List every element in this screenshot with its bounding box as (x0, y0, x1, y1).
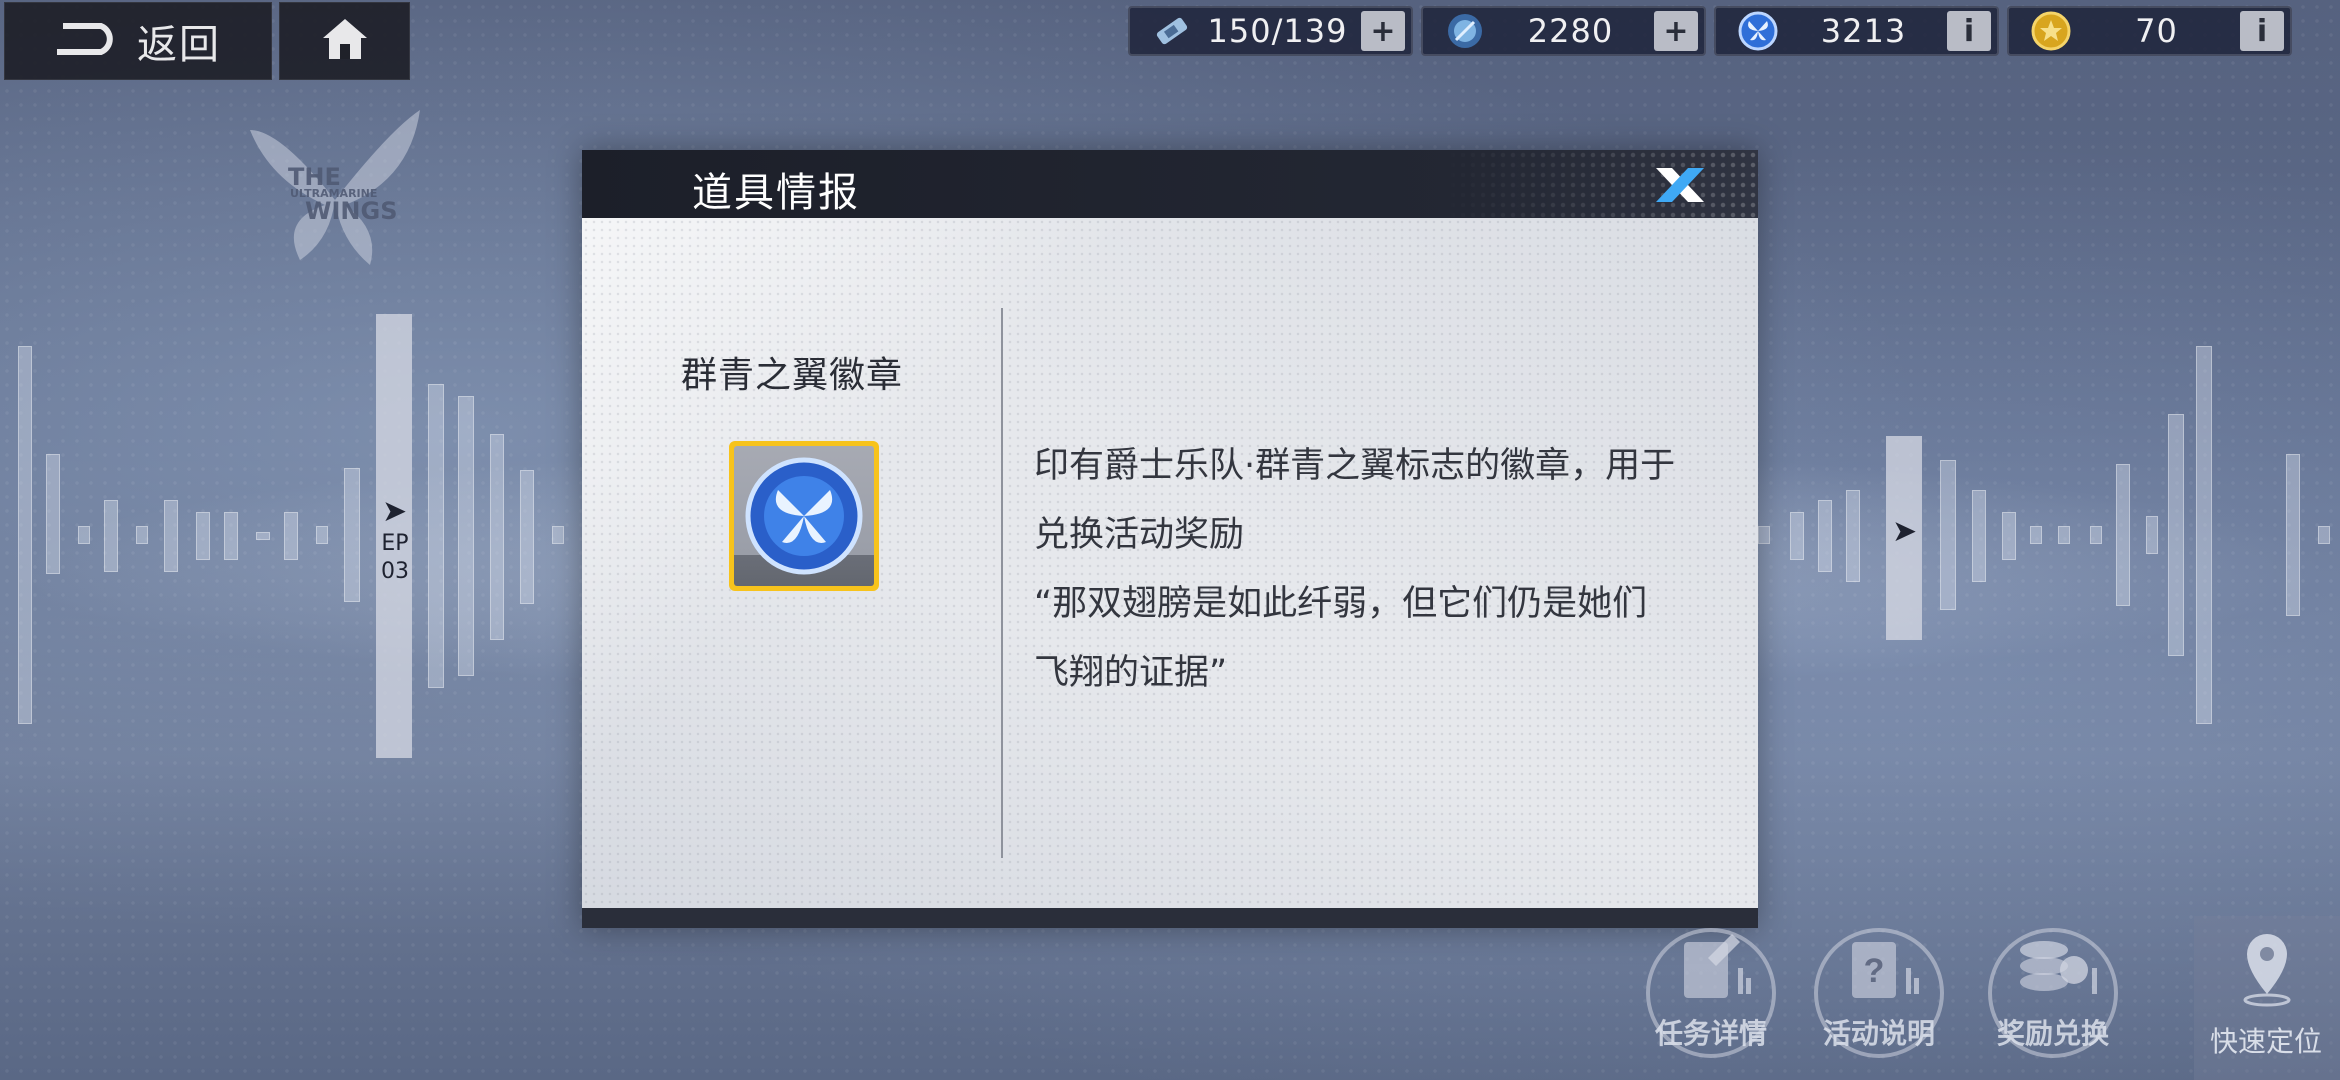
task-details-button[interactable]: 任务详情 (1646, 928, 1776, 1058)
quick-locate-label: 快速定位 (2210, 1025, 2323, 1058)
episode-label: EP 03 (380, 530, 410, 586)
reward-exchange-label: 奖励兑换 (1996, 1017, 2109, 1050)
description-line: 印有爵士乐队·群青之翼标志的徽章，用于 (1034, 446, 1676, 486)
equalizer-bar (2116, 464, 2130, 606)
event-info-button[interactable]: ? 活动说明 (1814, 928, 1944, 1058)
coin-info-button[interactable]: i (2240, 11, 2284, 51)
item-description: 印有爵士乐队·群青之翼标志的徽章，用于 兑换活动奖励 “那双翅膀是如此纤弱，但它… (1034, 432, 1734, 708)
play-arrow-icon: ➤ (1892, 514, 1918, 549)
modal-header: 道具情报 (582, 150, 1758, 218)
task-details-label: 任务详情 (1654, 1017, 1767, 1050)
svg-text:?: ? (1864, 952, 1885, 990)
badge-info-button[interactable]: i (1947, 11, 1991, 51)
logo-text-wings: WINGS (305, 197, 398, 225)
equalizer-bar (78, 526, 90, 544)
equalizer-bar (490, 434, 504, 640)
add-stamina-button[interactable]: + (1361, 11, 1405, 51)
equalizer-bar (2090, 526, 2102, 544)
resource-stamina: 150/139 + (1128, 6, 1413, 56)
equalizer-bar (2058, 526, 2070, 544)
badge-value: 3213 (1820, 12, 1907, 50)
equalizer-bar (2002, 512, 2016, 560)
equalizer-bar (284, 512, 298, 560)
close-button[interactable] (1652, 164, 1708, 206)
close-icon (1656, 168, 1704, 202)
equalizer-bar (1758, 526, 1770, 544)
equalizer-bar (164, 500, 178, 572)
equalizer-bar (1818, 500, 1832, 572)
description-line: 飞翔的证据” (1034, 653, 1228, 693)
description-line: 兑换活动奖励 (1034, 515, 1245, 555)
equalizer-bar (1846, 490, 1860, 582)
equalizer-bar (46, 454, 60, 574)
crystal-value: 2280 (1527, 12, 1614, 50)
item-info-modal: 道具情报 群青之翼徽章 印有爵士乐队·群青之翼标志的徽章，用于 兑换活动奖励 “… (582, 150, 1758, 928)
equalizer-bar (2196, 346, 2212, 724)
equalizer-bar (196, 512, 210, 560)
equalizer-bar (2146, 516, 2158, 554)
equalizer-bar (2030, 526, 2042, 544)
episode-number: 03 (381, 559, 409, 584)
back-button[interactable]: 返回 (4, 2, 272, 80)
equalizer-bar (256, 532, 270, 540)
item-icon-frame (729, 441, 879, 591)
event-info-label: 活动说明 (1822, 1017, 1935, 1050)
equalizer-bar (458, 396, 474, 676)
equalizer-bar (344, 468, 360, 602)
resource-crystal: 2280 + (1421, 6, 1706, 56)
equalizer-bar (136, 526, 148, 544)
back-arrow-icon (55, 22, 125, 60)
coin-value: 70 (2135, 12, 2178, 50)
episode-prefix: EP (381, 531, 409, 556)
equalizer-bar (520, 470, 534, 604)
equalizer-bar (224, 512, 238, 560)
coin-stack-icon (2020, 941, 2097, 994)
equalizer-bar (2286, 454, 2300, 616)
gold-coin-icon (2029, 9, 2073, 53)
modal-title: 道具情报 (692, 170, 860, 216)
crystal-icon (1443, 9, 1487, 53)
home-icon (320, 16, 370, 66)
equalizer-bar (18, 346, 32, 724)
modal-footer (582, 908, 1758, 928)
location-pin-icon (2243, 934, 2291, 1007)
equalizer-bar (316, 526, 328, 544)
play-arrow-icon: ➤ (382, 494, 408, 529)
equalizer-bar (104, 500, 118, 572)
stamina-value: 150/139 (1207, 12, 1348, 50)
stamina-icon (1150, 9, 1194, 53)
equalizer-bar (1972, 490, 1986, 582)
ultramarine-badge-icon (745, 457, 863, 575)
ultramarine-badge-icon (1736, 9, 1780, 53)
clipboard-pen-icon (1684, 934, 1751, 998)
equalizer-bar (2318, 526, 2330, 544)
equalizer-bar (2168, 414, 2184, 656)
reward-exchange-button[interactable]: 奖励兑换 (1988, 928, 2118, 1058)
home-button[interactable] (279, 2, 410, 80)
equalizer-bar (1790, 512, 1804, 560)
back-label: 返回 (137, 22, 221, 68)
description-line: “那双翅膀是如此纤弱，但它们仍是她们 (1034, 584, 1648, 624)
add-crystal-button[interactable]: + (1654, 11, 1698, 51)
clipboard-question-icon: ? (1852, 942, 1919, 998)
resource-badge: 3213 i (1714, 6, 1999, 56)
equalizer-bar (552, 526, 564, 544)
header-dot-pattern (1438, 150, 1758, 218)
equalizer-bar (1940, 460, 1956, 610)
resource-coin: 70 i (2007, 6, 2292, 56)
equalizer-bar (428, 384, 444, 688)
item-name: 群青之翼徽章 (680, 355, 903, 396)
